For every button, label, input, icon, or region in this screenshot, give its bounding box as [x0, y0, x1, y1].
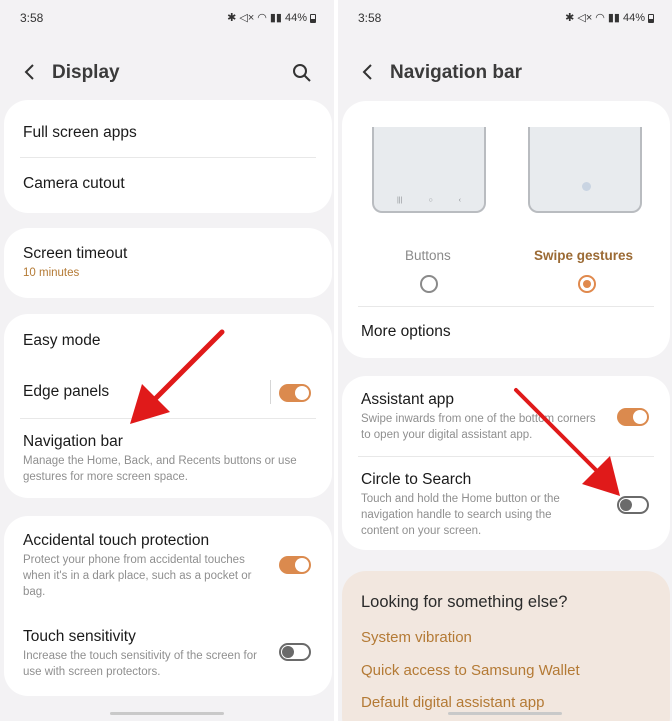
app-header: Display: [0, 52, 334, 92]
battery-percent: 44%: [284, 11, 307, 24]
divider: [358, 456, 654, 457]
divider: [20, 418, 316, 419]
touch-sensitivity-item[interactable]: Touch sensitivity Increase the touch sen…: [23, 628, 312, 688]
assistant-app-toggle[interactable]: [617, 408, 649, 426]
buttons-option-label: Buttons: [405, 248, 451, 263]
page-title: Display: [52, 62, 120, 83]
screen-timeout-card: Screen timeout 10 minutes: [4, 228, 332, 298]
navigation-bar-description: Manage the Home, Back, and Recents butto…: [23, 455, 297, 483]
signal-icon: ▮▮: [269, 12, 282, 24]
edge-panels-toggle[interactable]: [279, 384, 311, 402]
bluetooth-icon: ✱: [565, 12, 575, 24]
navigation-bar-label: Navigation bar: [23, 433, 123, 450]
wifi-icon: ◠: [595, 12, 605, 24]
wifi-icon: ◠: [257, 12, 267, 24]
buttons-radio[interactable]: [420, 275, 438, 293]
display-options-card: Full screen apps Camera cutout: [4, 100, 332, 213]
signal-icon: ▮▮: [607, 12, 620, 24]
circle-to-search-description: Touch and hold the Home button or the na…: [361, 493, 560, 537]
looking-for-card: Looking for something else? System vibra…: [342, 571, 670, 721]
navigation-type-card: ||| ○ ‹ Buttons Swipe gestures More opti…: [342, 101, 670, 358]
touch-sensitivity-description: Increase the touch sensitivity of the sc…: [23, 650, 257, 678]
search-icon[interactable]: [292, 63, 312, 83]
touch-sensitivity-toggle[interactable]: [279, 643, 311, 661]
more-options-label: More options: [361, 323, 451, 340]
easy-mode-label: Easy mode: [23, 332, 101, 349]
accidental-touch-description: Protect your phone from accidental touch…: [23, 554, 252, 598]
toggle-divider: [270, 380, 271, 404]
divider: [20, 157, 316, 158]
gesture-hint: [582, 182, 591, 191]
home-icon: ○: [428, 197, 433, 204]
display-settings-screen: 3:58 ✱ ◁× ◠ ▮▮ 44% Display Full screen a…: [0, 0, 334, 721]
mode-options-card: Easy mode Edge panels Navigation bar Man…: [4, 314, 332, 498]
status-icons: ✱ ◁× ◠ ▮▮ 44%: [227, 11, 316, 24]
gestures-option-label: Swipe gestures: [534, 248, 634, 263]
navigation-bar-screen: 3:58 ✱ ◁× ◠ ▮▮ 44% Navigation bar ||| ○ …: [338, 0, 672, 721]
touch-options-card: Accidental touch protection Protect your…: [4, 516, 332, 696]
battery-icon: [648, 14, 654, 23]
back-arrow-icon[interactable]: [360, 62, 376, 82]
assistant-app-item[interactable]: Assistant app Swipe inwards from one of …: [361, 391, 650, 447]
buttons-preview[interactable]: ||| ○ ‹: [372, 127, 486, 213]
camera-cutout-item[interactable]: Camera cutout: [23, 175, 312, 197]
circle-to-search-item[interactable]: Circle to Search Touch and hold the Home…: [361, 471, 650, 541]
status-bar: 3:58 ✱ ◁× ◠ ▮▮ 44%: [0, 0, 334, 36]
gestures-radio[interactable]: [578, 275, 596, 293]
samsung-wallet-link[interactable]: Quick access to Samsung Wallet: [361, 662, 580, 679]
gesture-handle: [448, 712, 562, 715]
nav-buttons-preview: ||| ○ ‹: [374, 197, 484, 204]
camera-cutout-label: Camera cutout: [23, 175, 125, 192]
easy-mode-item[interactable]: Easy mode: [23, 332, 312, 354]
battery-percent: 44%: [622, 11, 645, 24]
back-icon: ‹: [458, 197, 462, 204]
screen-timeout-value: 10 minutes: [23, 267, 80, 279]
gestures-preview[interactable]: [528, 127, 642, 213]
system-vibration-link[interactable]: System vibration: [361, 629, 472, 646]
bluetooth-icon: ✱: [227, 12, 237, 24]
accidental-touch-toggle[interactable]: [279, 556, 311, 574]
assistant-app-label: Assistant app: [361, 391, 455, 408]
digital-assistant-link[interactable]: Default digital assistant app: [361, 694, 544, 711]
page-title: Navigation bar: [390, 62, 522, 83]
looking-for-title: Looking for something else?: [361, 593, 568, 611]
accidental-touch-item[interactable]: Accidental touch protection Protect your…: [23, 532, 312, 602]
edge-panels-item[interactable]: Edge panels: [23, 383, 312, 405]
back-arrow-icon[interactable]: [22, 62, 38, 82]
circle-to-search-label: Circle to Search: [361, 471, 472, 488]
full-screen-apps-item[interactable]: Full screen apps: [23, 124, 312, 146]
mute-icon: ◁×: [239, 12, 255, 24]
status-icons: ✱ ◁× ◠ ▮▮ 44%: [565, 11, 654, 24]
full-screen-apps-label: Full screen apps: [23, 124, 137, 141]
divider: [358, 306, 654, 307]
recents-icon: |||: [396, 197, 403, 204]
battery-icon: [310, 14, 316, 23]
navigation-bar-item[interactable]: Navigation bar Manage the Home, Back, an…: [23, 433, 312, 489]
mute-icon: ◁×: [577, 12, 593, 24]
more-options-item[interactable]: More options: [361, 323, 650, 345]
status-bar: 3:58 ✱ ◁× ◠ ▮▮ 44%: [338, 0, 672, 36]
circle-to-search-toggle[interactable]: [617, 496, 649, 514]
app-header: Navigation bar: [338, 52, 672, 92]
assistant-app-description: Swipe inwards from one of the bottom cor…: [361, 413, 596, 441]
accidental-touch-label: Accidental touch protection: [23, 532, 210, 549]
status-time: 3:58: [358, 11, 382, 25]
edge-panels-label: Edge panels: [23, 383, 110, 400]
screen-timeout-item[interactable]: Screen timeout 10 minutes: [23, 245, 312, 285]
gesture-handle: [110, 712, 224, 715]
screen-timeout-label: Screen timeout: [23, 245, 128, 262]
assistant-options-card: Assistant app Swipe inwards from one of …: [342, 376, 670, 550]
touch-sensitivity-label: Touch sensitivity: [23, 628, 136, 645]
status-time: 3:58: [20, 11, 44, 25]
